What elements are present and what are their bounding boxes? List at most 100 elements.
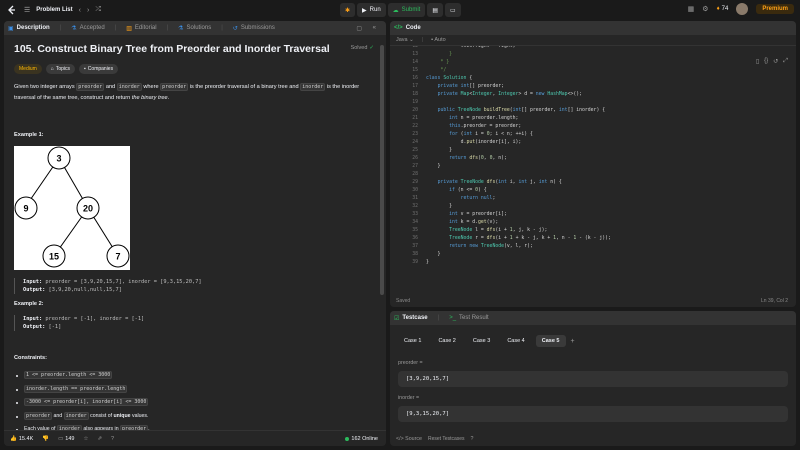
source-button[interactable]: </> Source [396,436,422,442]
code-line: * } [426,60,450,65]
premium-button[interactable]: Premium [756,4,794,14]
tab-code[interactable]: </> Code [394,25,421,31]
code-line: } [426,148,452,153]
description-panel: ▣ Description | ⚗ Accepted | ▥ Editorial | … [4,21,386,446]
code-line: this.right = right; [426,46,516,49]
line-number: 29 [412,180,418,185]
add-case-button[interactable]: + [571,338,575,345]
line-number: 21 [412,116,418,121]
code-line: class Solution { [426,76,473,81]
tab-accepted[interactable]: ⚗ Accepted [71,25,104,32]
constraints-list: 1 <= preorder.length <= 3000 inorder.len… [14,369,376,435]
avatar[interactable] [736,3,749,15]
difficulty-badge[interactable]: Medium [14,64,42,74]
line-number: 15 [412,68,418,73]
code-line: } [426,204,452,209]
online-dot-icon [345,436,350,441]
streak-counter[interactable]: ♦ 74 [717,6,729,12]
topics-tag[interactable]: ⌂ Topics [45,64,76,74]
auto-toggle[interactable]: ▪ Auto [431,37,446,43]
line-number: 22 [412,124,418,129]
line-number: 18 [412,92,418,97]
line-number: 16 [412,76,418,81]
tab-editorial[interactable]: ▥ Editorial [126,25,156,32]
preorder-input[interactable]: [3,9,20,15,7] [398,371,788,387]
notes-button[interactable]: ▤ [427,3,444,17]
svg-text:9: 9 [23,204,28,214]
comments-button[interactable]: ▭ 149 [58,436,74,442]
tab-test-result[interactable]: >_ Test Result [449,315,489,321]
debug-button[interactable]: ✱ [340,3,356,17]
code-line: private TreeNode dfs(int i, int j, int n… [437,180,562,185]
list-icon[interactable]: ☰ [24,6,30,14]
run-button[interactable]: ▶ Run [357,3,386,17]
case-tab-4[interactable]: Case 4 [501,335,530,347]
leetcode-logo-icon[interactable] [6,4,18,16]
problem-list-link[interactable]: Problem List [36,7,72,13]
shuffle-icon[interactable]: ⤮ [95,6,101,14]
line-number: 28 [412,172,418,177]
line-number: 23 [412,132,418,137]
description-footer: 👍 15.4K 👎 ▭ 149 ☆ ⇗ ? 162 Online [4,430,386,446]
code-editor[interactable]: 12 13 14 15 16 17 18 19 20 21 22 23 24 25 26 27 28 29 30 31… [390,46,796,299]
thumbs-down-icon[interactable]: 👎 [42,436,49,442]
case-tab-1[interactable]: Case 1 [398,335,427,347]
layout-icon[interactable]: ▦ [688,5,695,13]
collapse-icon[interactable]: « [373,25,376,31]
prev-problem-icon[interactable]: ‹ [79,7,81,14]
constraints-label: Constraints: [14,355,47,361]
page-title: 105. Construct Binary Tree from Preorder… [14,43,330,55]
svg-text:15: 15 [49,252,59,262]
case-tab-2[interactable]: Case 2 [432,335,461,347]
chat-button[interactable]: ▭ [445,3,461,17]
share-icon[interactable]: ⇗ [97,436,102,442]
companies-tag[interactable]: ▪ Companies [79,64,119,74]
like-button[interactable]: 👍 15.4K [10,436,33,442]
tab-testcase[interactable]: ☑ Testcase [394,315,428,322]
help-icon[interactable]: ? [111,436,114,442]
lock-icon: ▪ [431,37,434,43]
submit-button[interactable]: ☁ Submit [387,3,426,17]
code-line: int k = d.get(v); [449,220,499,225]
line-number: 13 [412,52,418,57]
tab-solutions[interactable]: ⚗ Solutions [178,25,211,32]
case-tab-5[interactable]: Case 5 [535,335,566,347]
line-number: 19 [412,100,418,105]
language-select[interactable]: Java ⌄ [396,37,414,43]
thumbs-up-icon: 👍 [10,435,17,442]
doc-icon: ▣ [8,25,14,32]
case-tabs: Case 1 Case 2 Case 3 Case 4 Case 5 + [390,325,796,347]
comment-icon: ▭ [58,435,64,442]
line-number: 36 [412,236,418,241]
help-icon[interactable]: ? [471,436,474,442]
inorder-input[interactable]: [9,3,15,20,7] [398,406,788,422]
expand-icon[interactable]: ▢ [356,25,362,32]
line-number: 38 [412,252,418,257]
tab-submissions[interactable]: ↺ Submissions [233,25,275,32]
inorder-label: inorder = [398,395,420,401]
code-line: } [426,252,441,257]
code-line: */ [426,68,447,73]
line-number: 32 [412,204,418,209]
code-line: int v = preorder[i]; [449,212,507,217]
example-1-block: Input: preorder = [3,9,20,15,7], inorder… [14,278,376,294]
code-line: for (int i = 0; i < n; ++i) { [449,132,533,137]
left-tabs: ▣ Description | ⚗ Accepted | ▥ Editorial | … [4,21,386,35]
svg-text:20: 20 [83,204,93,214]
description-scrollbar[interactable] [380,45,384,295]
next-problem-icon[interactable]: › [87,7,89,14]
line-number: 14 [412,60,418,65]
code-line: d.put(inorder[i], i); [426,140,522,145]
tab-description[interactable]: ▣ Description [8,25,50,32]
code-panel: </> Code Java ⌄ | ▪ Auto ▯ {} ↺ ⤢ 12 13 14 1… [390,21,796,307]
settings-icon[interactable]: ⚙ [702,5,708,13]
case-tab-3[interactable]: Case 3 [467,335,496,347]
solved-badge: Solved ✓ [350,45,374,51]
star-icon[interactable]: ☆ [83,436,88,442]
reset-testcases-button[interactable]: Reset Testcases [428,436,465,442]
testcase-tabs: ☑ Testcase | >_ Test Result [390,311,796,325]
chat-icon: ▭ [450,7,456,14]
cursor-position: Ln 39, Col 2 [761,298,788,304]
editor-status-bar: Saved Ln 39, Col 2 [390,295,796,307]
online-count: 162 Online [345,436,378,442]
